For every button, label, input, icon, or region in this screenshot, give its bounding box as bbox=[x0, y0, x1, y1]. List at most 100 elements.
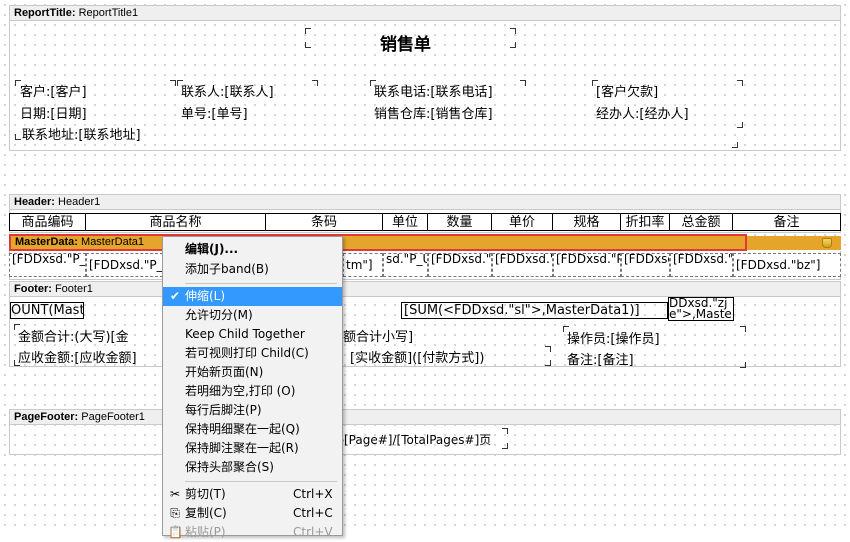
corner-marker bbox=[14, 324, 20, 330]
column-header[interactable]: 单位 bbox=[383, 213, 428, 231]
data-cell[interactable]: tm"] bbox=[343, 253, 383, 277]
menu-item-start-new-page[interactable]: 开始新页面(N) bbox=[163, 363, 342, 382]
menu-separator bbox=[185, 283, 337, 284]
data-cell[interactable]: [FDDxsd."dzl"] bbox=[621, 253, 670, 277]
menu-item-cut[interactable]: ✂ 剪切(T) Ctrl+X bbox=[163, 485, 342, 504]
sum-total-field[interactable]: DDxsd."zj e">,Maste bbox=[668, 297, 734, 321]
menu-shortcut: Ctrl+V bbox=[293, 525, 333, 539]
contact-field[interactable]: 联系人:[联系人] bbox=[181, 81, 274, 100]
warehouse-field[interactable]: 销售仓库:[销售仓库] bbox=[374, 103, 493, 122]
menu-item-footer-after-each-row[interactable]: 每行后脚注(P) bbox=[163, 401, 342, 420]
corner-marker bbox=[592, 80, 598, 86]
corner-marker bbox=[177, 80, 183, 86]
page-number-field[interactable]: §[Page#]/[TotalPages#]页 bbox=[338, 431, 491, 448]
corner-marker bbox=[737, 122, 743, 128]
menu-item-label: 允许切分(M) bbox=[185, 308, 253, 322]
column-header[interactable]: 规格 bbox=[553, 213, 621, 231]
data-cell[interactable]: [FDDxsd."bz"] bbox=[733, 253, 841, 277]
corner-marker bbox=[510, 28, 516, 34]
copy-icon: ⎘ bbox=[170, 506, 180, 520]
menu-item-label: 保持明细聚在一起(Q) bbox=[185, 422, 300, 436]
menu-shortcut: Ctrl+X bbox=[293, 487, 333, 501]
column-header[interactable]: 总金额 bbox=[670, 213, 733, 231]
column-header[interactable]: 数量 bbox=[428, 213, 492, 231]
menu-shortcut: Ctrl+C bbox=[293, 506, 333, 520]
page-footer-band-header[interactable]: PageFooter: PageFooter1 bbox=[9, 409, 841, 425]
due-amount-field[interactable]: 应收金额:[应收金额] bbox=[18, 347, 137, 366]
scissors-icon: ✂ bbox=[169, 487, 181, 501]
master-data-band-header[interactable]: MasterData: MasterData1 bbox=[9, 234, 747, 251]
address-field[interactable]: 联系地址:[联系地址] bbox=[22, 124, 141, 143]
report-title-band-header[interactable]: ReportTitle: ReportTitle1 bbox=[9, 5, 841, 21]
sum-field[interactable]: [SUM(<FDDxsd."sl">,MasterData1)] bbox=[401, 302, 668, 319]
total-amount-field[interactable]: 金额合计:(大写)[金 bbox=[18, 326, 129, 345]
corner-marker bbox=[305, 28, 311, 34]
corner-marker bbox=[370, 80, 376, 86]
column-header[interactable]: 单价 bbox=[492, 213, 553, 231]
date-field[interactable]: 日期:[日期] bbox=[20, 103, 87, 122]
remark-field[interactable]: 备注:[备注] bbox=[567, 349, 634, 368]
count-field[interactable]: OUNT(Mast bbox=[10, 302, 84, 319]
data-cell[interactable]: [FDDxsd."zje"] bbox=[670, 253, 733, 277]
menu-item-print-child-if-visible[interactable]: 若可视则打印 Child(C) bbox=[163, 344, 342, 363]
menu-item-add-child-band[interactable]: 添加子band(B) bbox=[163, 260, 342, 279]
corner-marker bbox=[732, 142, 738, 148]
phone-field[interactable]: 联系电话:[联系电话] bbox=[374, 81, 493, 100]
menu-item-label: 编辑(J)... bbox=[185, 242, 239, 256]
column-header[interactable]: 条码 bbox=[266, 213, 383, 231]
corner-marker bbox=[170, 80, 176, 86]
corner-marker bbox=[737, 80, 743, 86]
corner-marker bbox=[15, 134, 21, 140]
band-type-label: Header: bbox=[14, 196, 55, 208]
menu-separator bbox=[185, 481, 337, 482]
report-design-canvas[interactable]: ReportTitle: ReportTitle1 销售单 客户:[客户] 联系… bbox=[0, 0, 850, 539]
menu-item-keep-detail-together[interactable]: 保持明细聚在一起(Q) bbox=[163, 420, 342, 439]
column-header[interactable]: 商品编码 bbox=[9, 213, 86, 231]
band-name-label: Header1 bbox=[58, 196, 101, 208]
menu-item-label: Keep Child Together bbox=[185, 327, 305, 341]
menu-item-keep-footer-together[interactable]: 保持脚注聚在一起(R) bbox=[163, 439, 342, 458]
data-cell[interactable]: [FDDxsd."P_Type"] bbox=[553, 253, 621, 277]
menu-item-keep-header-together[interactable]: 保持头部聚合(S) bbox=[163, 458, 342, 477]
band-name-label: MasterData1 bbox=[81, 236, 145, 248]
menu-item-label: 伸缩(L) bbox=[185, 289, 226, 303]
column-header[interactable]: 商品名称 bbox=[86, 213, 266, 231]
corner-marker bbox=[740, 326, 746, 332]
number-field[interactable]: 单号:[单号] bbox=[181, 103, 248, 122]
menu-item-copy[interactable]: ⎘ 复制(C) Ctrl+C bbox=[163, 504, 342, 523]
menu-item-stretch[interactable]: ✔ 伸缩(L) bbox=[163, 287, 342, 306]
menu-item-print-if-detail-empty[interactable]: 若明细为空,打印 (O) bbox=[163, 382, 342, 401]
corner-marker bbox=[520, 80, 526, 86]
handler-field[interactable]: 经办人:[经办人] bbox=[596, 103, 689, 122]
column-header[interactable]: 折扣率 bbox=[621, 213, 670, 231]
total-small-field[interactable]: 额合计小写] bbox=[343, 326, 413, 345]
menu-item-paste[interactable]: 📋 粘贴(P) Ctrl+V bbox=[163, 523, 342, 542]
header-band-header[interactable]: Header: Header1 bbox=[9, 194, 841, 210]
data-cell[interactable]: [FDDxsd."P_ID"] bbox=[9, 253, 86, 277]
menu-item-label: 保持头部聚合(S) bbox=[185, 460, 274, 474]
corner-marker bbox=[305, 42, 311, 48]
menu-item-label: 开始新页面(N) bbox=[185, 365, 264, 379]
corner-marker bbox=[563, 326, 569, 332]
paid-amount-field[interactable]: [实收金额]([付款方式]) bbox=[350, 347, 484, 366]
data-cell[interactable]: sd."P_Unit bbox=[383, 253, 428, 277]
menu-item-keep-child-together[interactable]: Keep Child Together bbox=[163, 325, 342, 344]
menu-item-label: 复制(C) bbox=[185, 506, 227, 520]
menu-item-edit[interactable]: 编辑(J)... bbox=[163, 240, 342, 259]
report-heading[interactable]: 销售单 bbox=[380, 30, 431, 55]
column-header[interactable]: 备注 bbox=[733, 213, 841, 231]
band-type-label: Footer: bbox=[14, 283, 52, 295]
debt-field[interactable]: [客户欠款] bbox=[596, 81, 658, 100]
data-cell[interactable]: [FDDxsd."dj"] bbox=[492, 253, 553, 277]
band-type-label: MasterData: bbox=[15, 236, 78, 248]
data-cell[interactable]: [FDDxsd."P_ bbox=[86, 253, 163, 277]
context-menu[interactable]: 编辑(J)... 添加子band(B) ✔ 伸缩(L) 允许切分(M) Keep… bbox=[162, 236, 343, 539]
menu-item-allow-split[interactable]: 允许切分(M) bbox=[163, 306, 342, 325]
menu-item-label: 添加子band(B) bbox=[185, 262, 269, 276]
data-cell[interactable]: [FDDxsd."sl"] bbox=[428, 253, 492, 277]
operator-field[interactable]: 操作员:[操作员] bbox=[567, 328, 660, 347]
customer-field[interactable]: 客户:[客户] bbox=[20, 81, 87, 100]
band-type-label: PageFooter: bbox=[14, 411, 79, 423]
database-icon[interactable] bbox=[822, 238, 832, 248]
footer-band-header[interactable]: Footer: Footer1 bbox=[9, 281, 841, 297]
